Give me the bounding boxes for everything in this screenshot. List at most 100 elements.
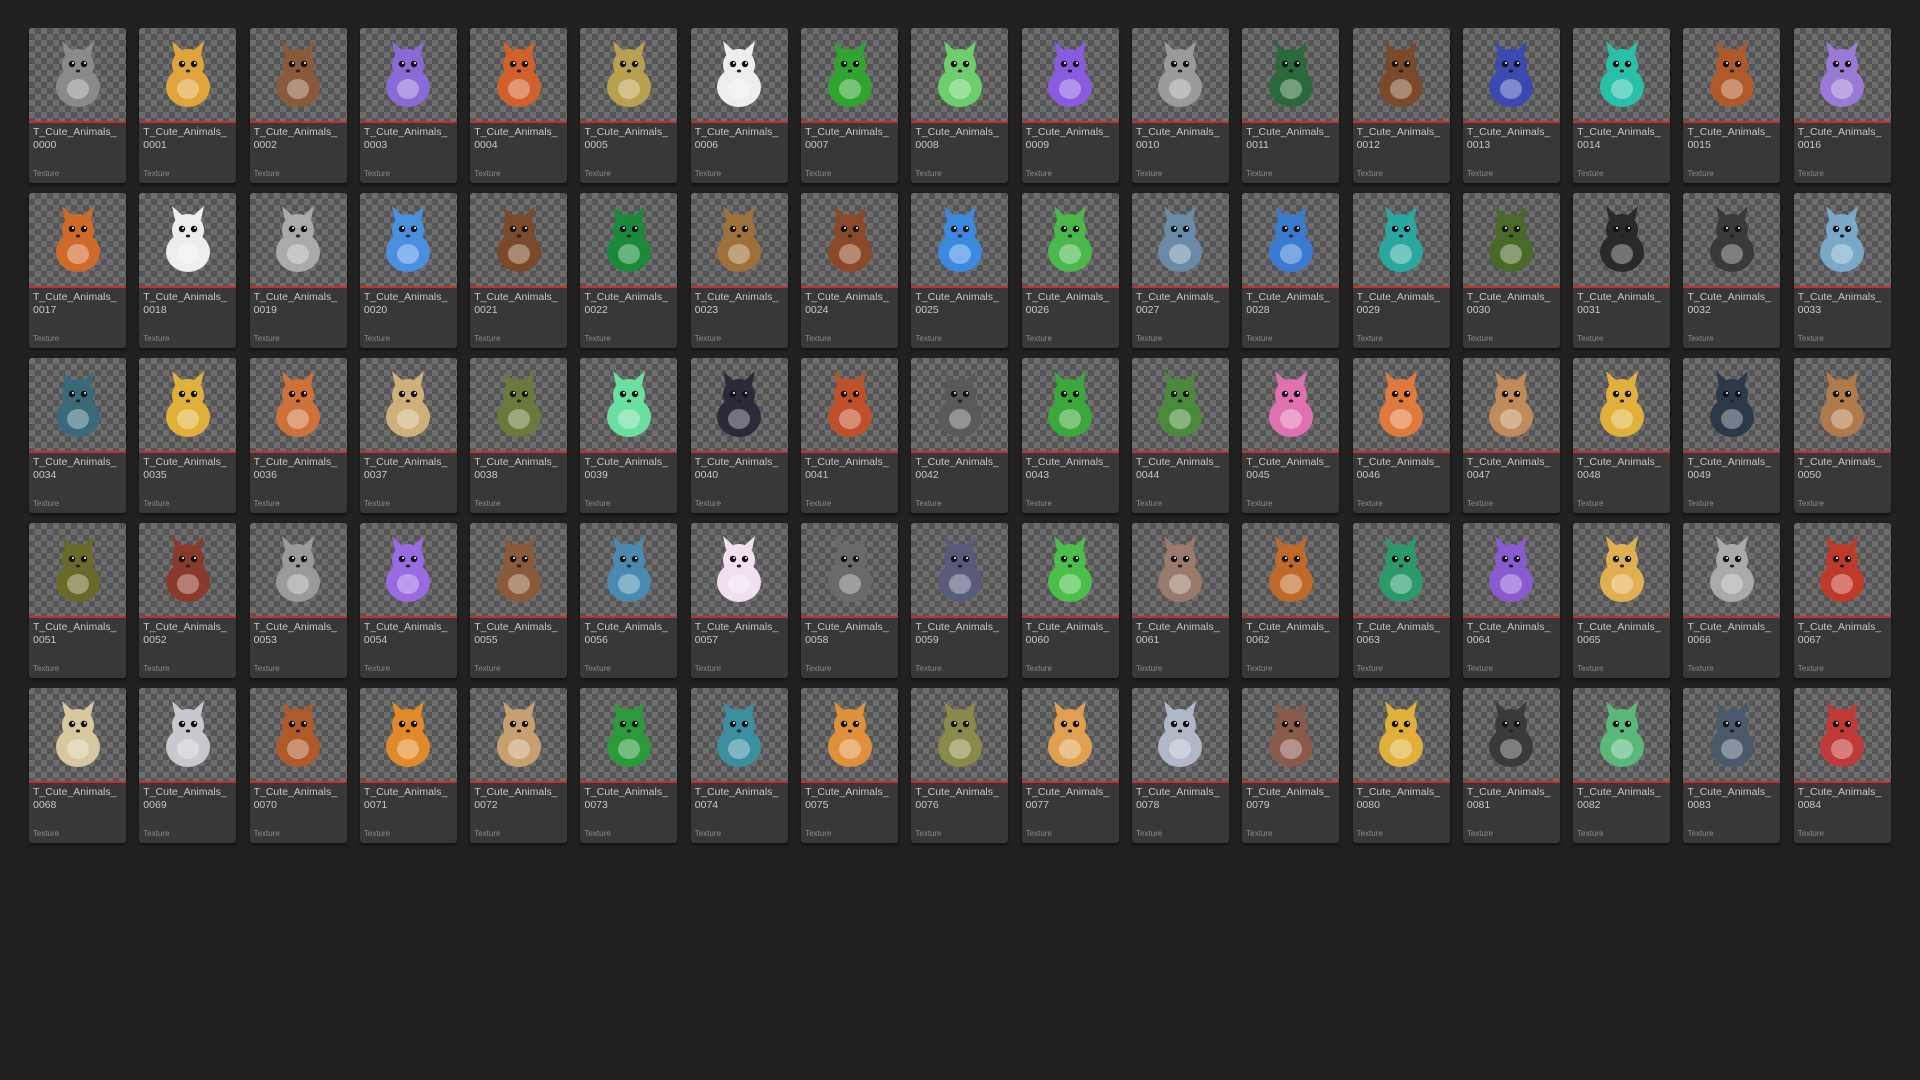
asset-tile[interactable]: T_Cute_Animals_ 0050 Texture <box>1793 358 1891 513</box>
asset-tile[interactable]: T_Cute_Animals_ 0041 Texture <box>801 358 899 513</box>
asset-tile[interactable]: T_Cute_Animals_ 0029 Texture <box>1352 193 1450 348</box>
asset-tile[interactable]: T_Cute_Animals_ 0019 Texture <box>249 193 347 348</box>
asset-tile[interactable]: T_Cute_Animals_ 0038 Texture <box>470 358 568 513</box>
asset-name: T_Cute_Animals_ 0074 <box>694 786 779 811</box>
asset-tile[interactable]: T_Cute_Animals_ 0043 Texture <box>1021 358 1119 513</box>
asset-tile[interactable]: T_Cute_Animals_ 0013 Texture <box>1462 28 1560 183</box>
asset-name: T_Cute_Animals_ 0014 <box>1577 126 1661 151</box>
asset-tile[interactable]: T_Cute_Animals_ 0081 Texture <box>1462 688 1560 843</box>
asset-tile[interactable]: T_Cute_Animals_ 0018 Texture <box>139 193 237 348</box>
asset-type-color-bar <box>1462 121 1560 123</box>
asset-tile[interactable]: T_Cute_Animals_ 0016 Texture <box>1793 28 1891 183</box>
asset-tile[interactable]: T_Cute_Animals_ 0056 Texture <box>580 523 678 678</box>
asset-tile[interactable]: T_Cute_Animals_ 0049 Texture <box>1683 358 1781 513</box>
asset-tile[interactable]: T_Cute_Animals_ 0007 Texture <box>801 28 899 183</box>
asset-name: T_Cute_Animals_ 0072 <box>474 786 558 811</box>
asset-tile[interactable]: T_Cute_Animals_ 0052 Texture <box>139 523 237 678</box>
asset-tile[interactable]: T_Cute_Animals_ 0037 Texture <box>359 358 457 513</box>
asset-tile[interactable]: T_Cute_Animals_ 0031 Texture <box>1573 193 1671 348</box>
asset-tile[interactable]: T_Cute_Animals_ 0002 Texture <box>249 28 347 183</box>
spider-icon <box>55 205 100 272</box>
asset-tile[interactable]: T_Cute_Animals_ 0074 Texture <box>690 688 788 843</box>
asset-tile[interactable]: T_Cute_Animals_ 0039 Texture <box>580 358 678 513</box>
asset-name: T_Cute_Animals_ 0012 <box>1356 126 1441 151</box>
asset-tile[interactable]: T_Cute_Animals_ 0014 Texture <box>1573 28 1671 183</box>
asset-tile[interactable]: T_Cute_Animals_ 0026 Texture <box>1021 193 1119 348</box>
asset-tile[interactable]: T_Cute_Animals_ 0053 Texture <box>249 523 347 678</box>
asset-tile[interactable]: T_Cute_Animals_ 0003 Texture <box>359 28 457 183</box>
asset-thumbnail <box>359 193 457 286</box>
asset-tile[interactable]: T_Cute_Animals_ 0072 Texture <box>470 688 568 843</box>
asset-tile[interactable]: T_Cute_Animals_ 0055 Texture <box>470 523 568 678</box>
asset-tile[interactable]: T_Cute_Animals_ 0069 Texture <box>139 688 237 843</box>
asset-tile[interactable]: T_Cute_Animals_ 0032 Texture <box>1683 193 1781 348</box>
asset-tile[interactable]: T_Cute_Animals_ 0005 Texture <box>580 28 678 183</box>
asset-tile[interactable]: T_Cute_Animals_ 0057 Texture <box>690 523 788 678</box>
asset-tile[interactable]: T_Cute_Animals_ 0030 Texture <box>1462 193 1560 348</box>
asset-tile[interactable]: T_Cute_Animals_ 0027 Texture <box>1131 193 1229 348</box>
asset-tile[interactable]: T_Cute_Animals_ 0042 Texture <box>911 358 1009 513</box>
asset-tile[interactable]: T_Cute_Animals_ 0080 Texture <box>1352 688 1450 843</box>
asset-tile[interactable]: T_Cute_Animals_ 0006 Texture <box>690 28 788 183</box>
asset-tile[interactable]: T_Cute_Animals_ 0079 Texture <box>1242 688 1340 843</box>
asset-tile[interactable]: T_Cute_Animals_ 0021 Texture <box>470 193 568 348</box>
asset-tile[interactable]: T_Cute_Animals_ 0071 Texture <box>359 688 457 843</box>
asset-type-color-bar <box>1462 286 1560 288</box>
asset-tile[interactable]: T_Cute_Animals_ 0082 Texture <box>1573 688 1671 843</box>
asset-tile[interactable]: T_Cute_Animals_ 0020 Texture <box>359 193 457 348</box>
asset-tile[interactable]: T_Cute_Animals_ 0015 Texture <box>1683 28 1781 183</box>
asset-type-label: Texture <box>363 334 391 343</box>
asset-tile[interactable]: T_Cute_Animals_ 0044 Texture <box>1131 358 1229 513</box>
asset-tile[interactable]: T_Cute_Animals_ 0047 Texture <box>1462 358 1560 513</box>
asset-tile[interactable]: T_Cute_Animals_ 0062 Texture <box>1242 523 1340 678</box>
asset-tile[interactable]: T_Cute_Animals_ 0023 Texture <box>690 193 788 348</box>
asset-tile[interactable]: T_Cute_Animals_ 0022 Texture <box>580 193 678 348</box>
asset-tile[interactable]: T_Cute_Animals_ 0073 Texture <box>580 688 678 843</box>
asset-tile[interactable]: T_Cute_Animals_ 0011 Texture <box>1242 28 1340 183</box>
asset-tile[interactable]: T_Cute_Animals_ 0017 Texture <box>29 193 126 348</box>
asset-tile[interactable]: T_Cute_Animals_ 0063 Texture <box>1352 523 1450 678</box>
asset-name: T_Cute_Animals_ 0006 <box>694 126 779 151</box>
asset-tile[interactable]: T_Cute_Animals_ 0034 Texture <box>29 358 126 513</box>
asset-tile[interactable]: T_Cute_Animals_ 0077 Texture <box>1021 688 1119 843</box>
asset-tile[interactable]: T_Cute_Animals_ 0010 Texture <box>1131 28 1229 183</box>
asset-tile[interactable]: T_Cute_Animals_ 0070 Texture <box>249 688 347 843</box>
asset-tile[interactable]: T_Cute_Animals_ 0051 Texture <box>29 523 126 678</box>
asset-type-color-bar <box>359 616 457 618</box>
asset-tile[interactable]: T_Cute_Animals_ 0028 Texture <box>1242 193 1340 348</box>
asset-tile[interactable]: T_Cute_Animals_ 0033 Texture <box>1793 193 1891 348</box>
asset-tile[interactable]: T_Cute_Animals_ 0083 Texture <box>1683 688 1781 843</box>
asset-tile[interactable]: T_Cute_Animals_ 0040 Texture <box>690 358 788 513</box>
asset-tile[interactable]: T_Cute_Animals_ 0068 Texture <box>29 688 126 843</box>
asset-tile[interactable]: T_Cute_Animals_ 0060 Texture <box>1021 523 1119 678</box>
asset-tile[interactable]: T_Cute_Animals_ 0076 Texture <box>911 688 1009 843</box>
asset-tile[interactable]: T_Cute_Animals_ 0035 Texture <box>139 358 237 513</box>
asset-tile[interactable]: T_Cute_Animals_ 0008 Texture <box>911 28 1009 183</box>
asset-tile[interactable]: T_Cute_Animals_ 0048 Texture <box>1573 358 1671 513</box>
asset-tile[interactable]: T_Cute_Animals_ 0064 Texture <box>1462 523 1560 678</box>
asset-tile[interactable]: T_Cute_Animals_ 0084 Texture <box>1793 688 1891 843</box>
bird-icon <box>1048 40 1093 107</box>
asset-tile[interactable]: T_Cute_Animals_ 0059 Texture <box>911 523 1009 678</box>
asset-tile[interactable]: T_Cute_Animals_ 0025 Texture <box>911 193 1009 348</box>
asset-tile[interactable]: T_Cute_Animals_ 0001 Texture <box>139 28 237 183</box>
asset-tile[interactable]: T_Cute_Animals_ 0075 Texture <box>801 688 899 843</box>
asset-tile[interactable]: T_Cute_Animals_ 0065 Texture <box>1573 523 1671 678</box>
asset-tile[interactable]: T_Cute_Animals_ 0054 Texture <box>359 523 457 678</box>
asset-tile[interactable]: T_Cute_Animals_ 0036 Texture <box>249 358 347 513</box>
asset-tile[interactable]: T_Cute_Animals_ 0024 Texture <box>801 193 899 348</box>
asset-tile[interactable]: T_Cute_Animals_ 0046 Texture <box>1352 358 1450 513</box>
asset-tile[interactable]: T_Cute_Animals_ 0066 Texture <box>1683 523 1781 678</box>
asset-tile[interactable]: T_Cute_Animals_ 0067 Texture <box>1793 523 1891 678</box>
asset-tile[interactable]: T_Cute_Animals_ 0000 Texture <box>29 28 126 183</box>
manatee-icon <box>717 700 762 767</box>
asset-type-label: Texture <box>1356 169 1383 178</box>
asset-tile[interactable]: T_Cute_Animals_ 0009 Texture <box>1021 28 1119 183</box>
asset-tile[interactable]: T_Cute_Animals_ 0012 Texture <box>1352 28 1450 183</box>
asset-name: T_Cute_Animals_ 0078 <box>1135 786 1220 811</box>
asset-tile[interactable]: T_Cute_Animals_ 0078 Texture <box>1131 688 1229 843</box>
asset-tile[interactable]: T_Cute_Animals_ 0058 Texture <box>801 523 899 678</box>
asset-tile[interactable]: T_Cute_Animals_ 0061 Texture <box>1131 523 1229 678</box>
asset-tile[interactable]: T_Cute_Animals_ 0045 Texture <box>1242 358 1340 513</box>
asset-tile[interactable]: T_Cute_Animals_ 0004 Texture <box>470 28 568 183</box>
